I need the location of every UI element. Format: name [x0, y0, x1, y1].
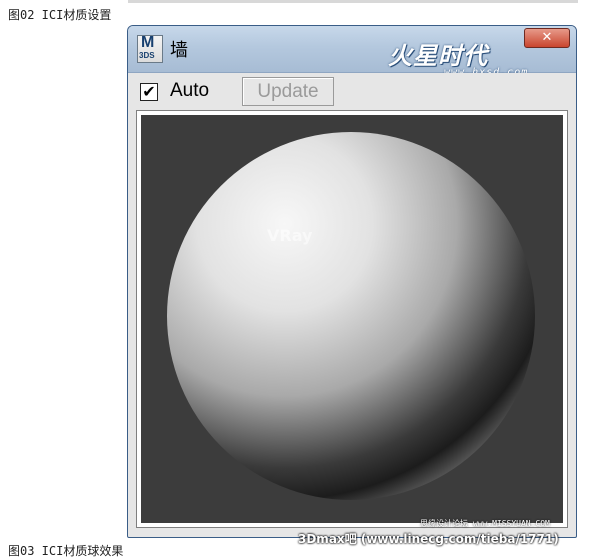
update-button[interactable]: Update [242, 77, 334, 106]
app-icon-sub: 3DS [139, 51, 155, 60]
material-viewport[interactable]: VRay [141, 115, 563, 523]
material-sphere [167, 132, 535, 500]
preview-frame: VRay [136, 110, 568, 528]
top-divider [128, 0, 578, 3]
auto-checkbox[interactable]: ✔ [140, 83, 158, 101]
figure-caption-bottom: 图03 ICI材质球效果 [8, 544, 124, 558]
preview-toolbar: ✔ Auto Update [128, 73, 576, 109]
material-sphere-svg: VRay [167, 132, 535, 500]
figure-caption-top: 图02 ICI材质设置 [8, 8, 112, 22]
auto-checkbox-label[interactable]: Auto [170, 80, 209, 102]
app-icon-letter: M [141, 34, 155, 51]
watermark-forum: 3Dmax吧 (www.linecg.com/tieba/1771) [298, 532, 559, 546]
close-button[interactable]: ✕ [524, 28, 570, 48]
site-logo: 火星时代 [388, 42, 488, 70]
material-preview-window: M 3DS 墙 火星时代 www.hxsd.com ✕ ✔ Auto Updat… [127, 25, 577, 538]
vray-overlay-label: VRay [267, 226, 313, 245]
title-bar[interactable]: M 3DS 墙 火星时代 www.hxsd.com ✕ [128, 26, 576, 78]
window-title: 墙 [170, 40, 188, 61]
watermark-missyuan: 思缘设计论坛 www.MISSYUAN.COM [420, 519, 550, 528]
3dsmax-app-icon: M 3DS [137, 34, 163, 63]
